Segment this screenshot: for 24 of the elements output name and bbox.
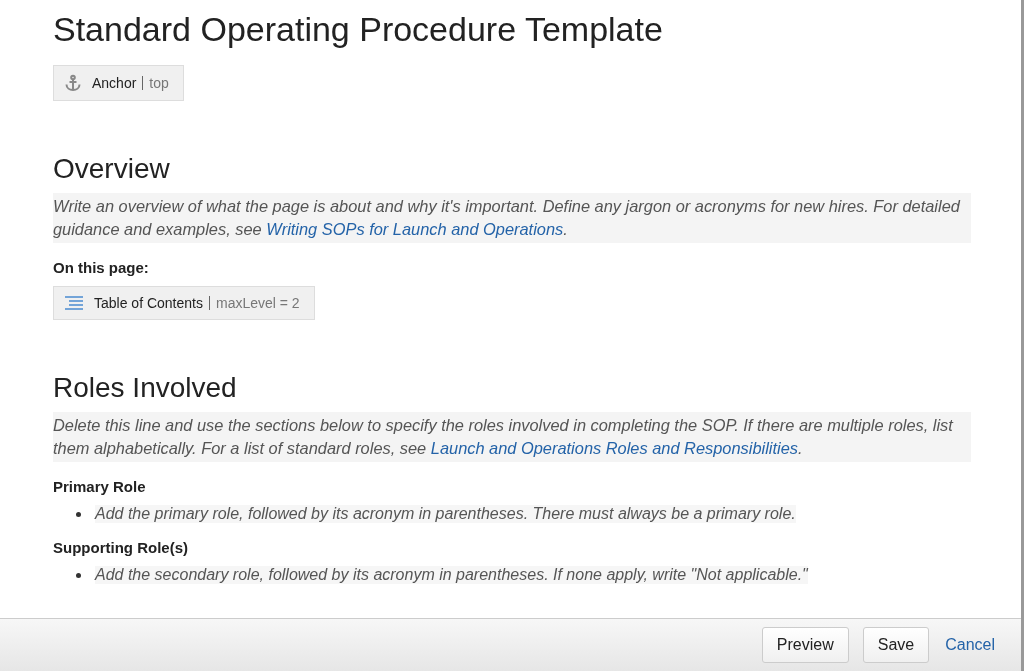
list-icon	[64, 295, 84, 311]
link[interactable]: Launch and Operations Roles and Responsibilities	[430, 439, 798, 457]
macro-parameter: top	[149, 75, 169, 91]
save-button[interactable]: Save	[862, 627, 930, 663]
macro-parameter: maxLevel = 2	[215, 295, 300, 311]
toc-macro[interactable]: Table of Contents maxLevel = 2	[53, 286, 315, 320]
anchor-icon	[64, 74, 82, 92]
macro-name: Table of Contents	[94, 295, 203, 311]
subheading: On this page:	[53, 259, 150, 276]
instruction-text: Add the primary role, followed by its acronym in parentheses. There must always be a primary role.	[95, 505, 796, 523]
page-title: Standard Operating Procedure Template	[53, 10, 664, 49]
instruction-text: Write an overview of what the page is about and why it's important. Define any jargon or acronyms for new hires. For detailed guidance and examples, see Writing SOPs for Launch and Operations.	[53, 193, 971, 243]
preview-button[interactable]: Preview	[761, 627, 849, 663]
cancel-link[interactable]: Cancel	[945, 636, 995, 654]
section-heading: Roles Involved	[53, 372, 238, 404]
subheading: Primary Role	[53, 478, 147, 495]
instruction-text: Add the secondary role, followed by its acronym in parentheses. If none apply, write "Not applicable."	[95, 566, 808, 584]
anchor-macro[interactable]: Anchor top	[53, 65, 184, 101]
subheading: Supporting Role(s)	[53, 539, 189, 556]
macro-name: Anchor	[92, 75, 137, 91]
section-heading: Overview	[53, 153, 171, 185]
instruction-text: Delete this line and use the sections below to specify the roles involved in completing the SOP. If there are multiple roles, list them alphabetically. For a list of standard roles, see Launch and Operations Roles and Responsibilities.	[53, 412, 971, 462]
bullet-icon	[76, 511, 81, 517]
bullet-icon	[76, 572, 81, 578]
